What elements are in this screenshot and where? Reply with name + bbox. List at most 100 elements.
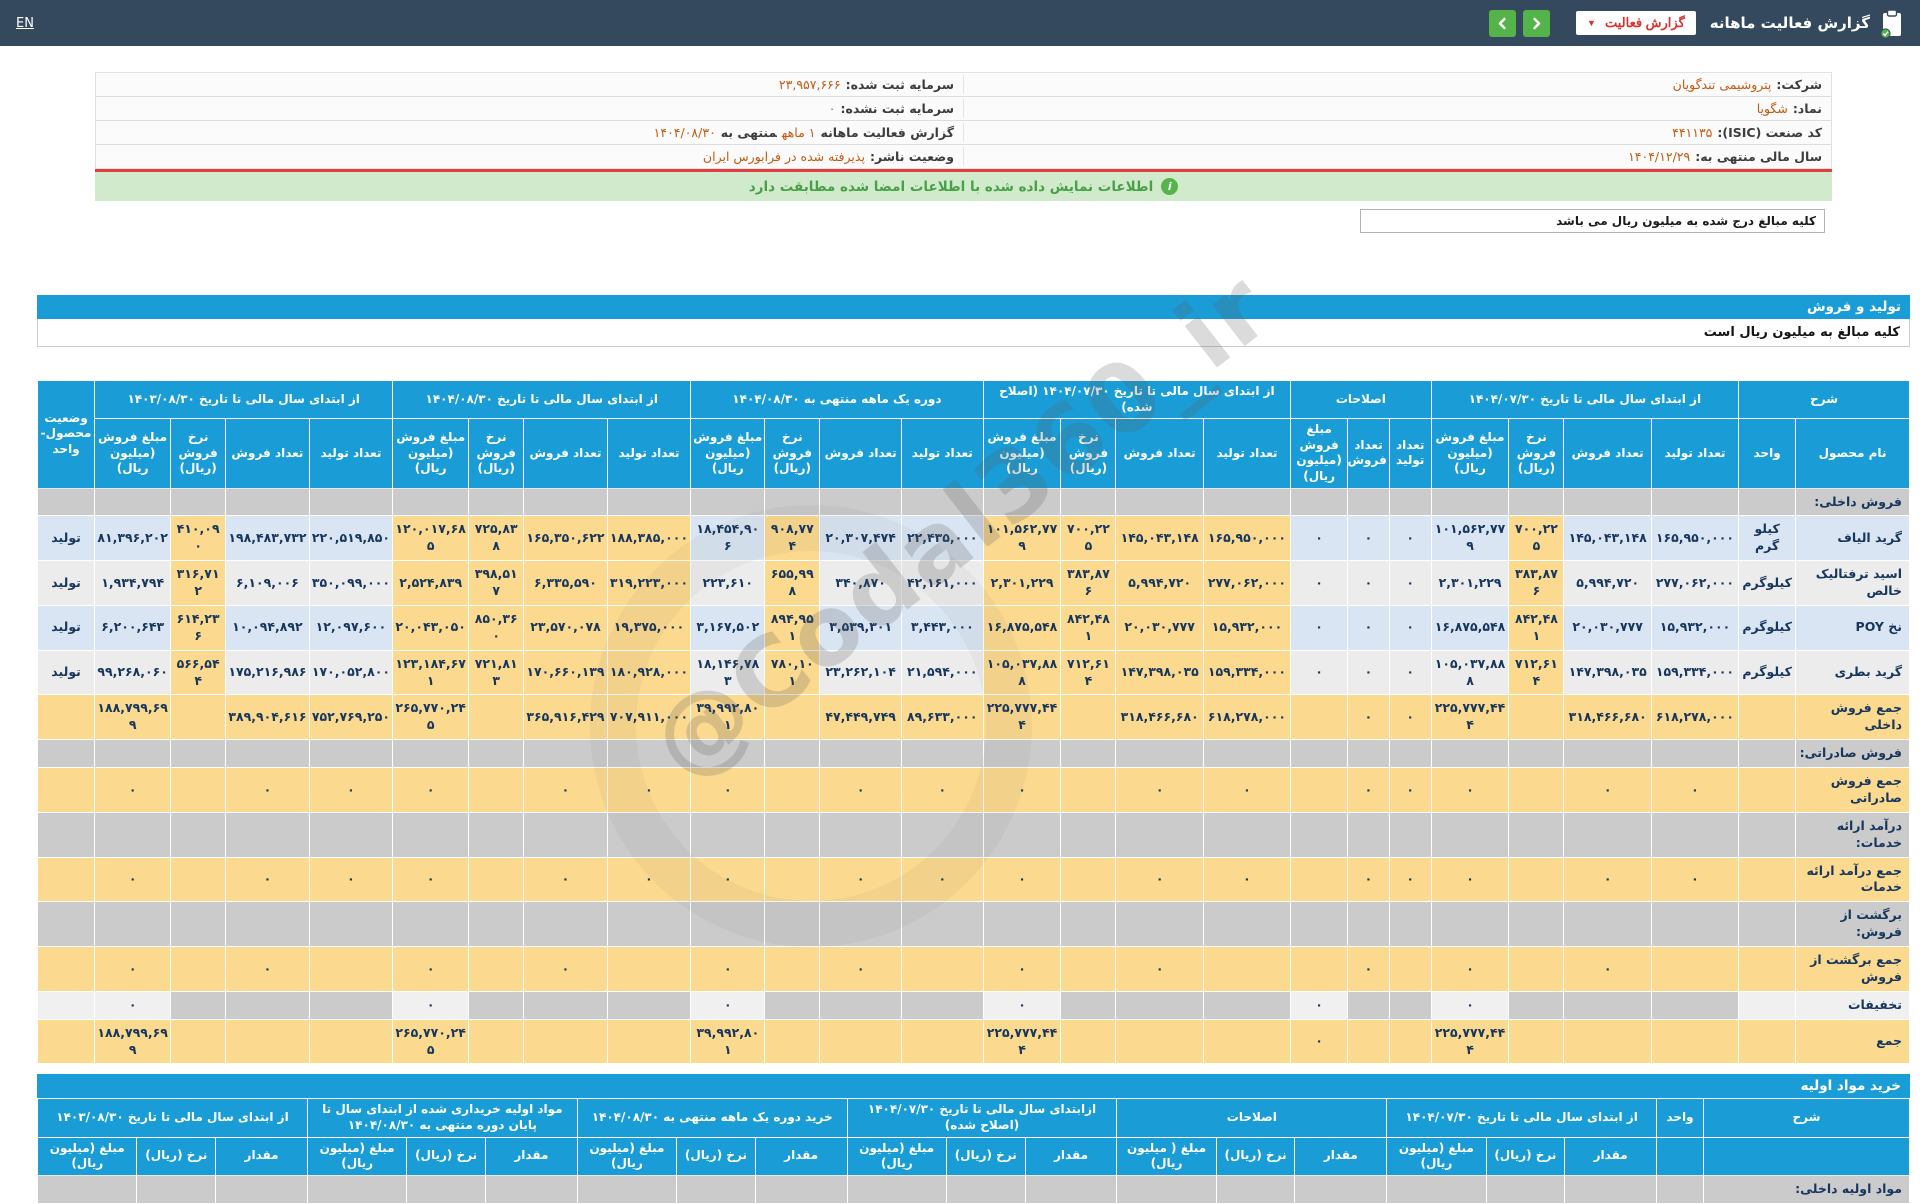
value-cell — [308, 1018, 394, 1065]
value-cell — [94, 901, 172, 948]
column-group-header: ازابتدای سال مالی تا تاریخ ۱۴۰۴/۰۷/۳۰ (ا… — [846, 1098, 1118, 1138]
value-cell — [1060, 739, 1117, 769]
value-cell — [1290, 487, 1349, 517]
total-row: جمع فروش داخلی ۶۱۸,۲۷۸,۰۰۰ ۳۱۸,۴۶۶,۶۸۰ ۲۲۵,… — [36, 694, 1910, 741]
value-cell: ۸۴۲,۴۸۱ — [1508, 604, 1565, 651]
top-navbar: گزارش فعالیت ماهانه گزارش فعالیت ▼ EN — [0, 0, 1920, 46]
value-cell — [523, 739, 608, 769]
column-header: تعداد تولید — [900, 418, 984, 489]
value-cell: ۳۱۶,۷۱۲ — [170, 560, 227, 606]
value-cell — [1656, 1174, 1704, 1204]
value-cell — [1347, 990, 1390, 1020]
value-cell — [1115, 990, 1204, 1020]
value-cell — [764, 901, 821, 948]
value-cell: ۰ — [1290, 649, 1349, 696]
column-header: نرخ فروش (ریال) — [1508, 418, 1565, 489]
value-cell: ۱۸۰,۹۲۸,۰۰۰ — [606, 649, 692, 696]
value-cell: ۰ — [392, 946, 470, 992]
unit-note-row: کلیه مبالغ به میلیون ریال است — [37, 319, 1910, 347]
column-header: مقدار — [1024, 1136, 1118, 1176]
company-info-field: سال مالی منتهی به: ۱۴۰۴/۱۲/۲۹ — [963, 147, 1831, 166]
column-header: مقدار — [1294, 1136, 1388, 1176]
unit-cell — [1738, 946, 1797, 992]
value-cell — [1115, 739, 1204, 769]
value-cell — [764, 487, 821, 517]
value-cell — [690, 901, 766, 948]
value-cell — [1294, 1174, 1388, 1204]
value-cell — [900, 739, 984, 769]
value-cell — [764, 811, 821, 858]
column-group-header: از ابتدای سال مالی تا تاریخ ۱۴۰۴/۰۷/۳۰ — [1386, 1098, 1658, 1138]
value-cell — [764, 946, 821, 992]
column-header: مبلغ (میلیون ریال) — [1386, 1136, 1487, 1176]
value-cell — [606, 901, 692, 948]
column-group-header: از ابتدای سال مالی تا تاریخ ۱۴۰۳/۰۸/۳۰ — [37, 1098, 308, 1138]
value-cell — [1060, 811, 1117, 858]
column-group-header: دوره یک ماهه منتهی به ۱۴۰۴/۰۸/۳۰ — [690, 379, 984, 420]
column-group-header: شرح — [1702, 1098, 1911, 1138]
nav-forward-button[interactable] — [1523, 9, 1551, 37]
value-cell — [308, 739, 394, 769]
company-info-row: کد صنعت (ISIC): ۴۴۱۱۳۵ گزارش فعالیت ماهانه… — [96, 121, 1831, 145]
language-toggle[interactable]: EN — [16, 16, 34, 31]
value-cell: ۱۵,۹۳۲,۰۰۰ — [1202, 604, 1292, 651]
value-cell: ۲۲۵,۷۷۷,۴۴۴ — [982, 694, 1062, 741]
value-cell: ۵۶۶,۵۴۴ — [170, 649, 227, 696]
value-cell — [406, 1174, 486, 1204]
value-cell — [1202, 487, 1292, 517]
chevron-down-icon: ▼ — [1587, 18, 1596, 28]
status-cell — [36, 739, 96, 769]
value-cell: ۳۸۳,۸۷۶ — [1508, 560, 1565, 606]
value-cell: ۱۶,۸۷۵,۵۴۸ — [982, 604, 1062, 651]
value-cell — [676, 1174, 756, 1204]
value-cell — [170, 767, 227, 813]
data-row: گرید الیاف کیلو گرم ۱۶۵,۹۵۰,۰۰۰ ۱۴۵,۰۴۳,۱۴۸… — [36, 515, 1910, 562]
value-cell — [606, 739, 692, 769]
nav-back-button[interactable] — [1489, 9, 1517, 37]
field-value: ۰ — [828, 101, 836, 116]
column-header: مبلغ (میلیون ریال) — [36, 1136, 138, 1176]
field-label: سرمایه ثبت نشده: — [840, 101, 954, 116]
unit-cell: کیلوگرم — [1738, 560, 1797, 606]
value-cell: ۱۸۸,۷۹۹,۶۹۹ — [94, 1018, 172, 1065]
value-cell: ۲۰,۰۴۳,۰۵۰ — [392, 604, 470, 651]
column-header: نرخ فروش (ریال) — [170, 418, 227, 489]
value-cell — [1508, 739, 1565, 769]
value-cell — [306, 1174, 408, 1204]
value-cell — [225, 990, 310, 1020]
value-cell: ۰ — [1347, 694, 1390, 741]
value-cell — [170, 856, 227, 903]
column-header: مقدار — [484, 1136, 578, 1176]
column-header: تعداد فروش — [1115, 418, 1204, 489]
value-cell — [523, 811, 608, 858]
value-cell — [1060, 901, 1117, 948]
value-cell — [1564, 1174, 1658, 1204]
value-cell: ۰ — [982, 767, 1062, 813]
value-cell: ۰ — [900, 767, 984, 813]
value-cell — [1508, 901, 1565, 948]
value-cell: ۶۱۸,۲۷۸,۰۰۰ — [1202, 694, 1292, 741]
value-cell: ۷۰۰,۲۲۵ — [1508, 515, 1565, 562]
value-cell — [819, 901, 902, 948]
status-cell: تولید — [36, 560, 96, 606]
value-cell — [1215, 1174, 1296, 1204]
value-cell — [1563, 901, 1652, 948]
report-type-dropdown[interactable]: گزارش فعالیت ▼ — [1576, 11, 1696, 35]
value-cell: ۲۰,۰۳۰,۷۷۷ — [1563, 604, 1652, 651]
value-cell: ۱۸۸,۷۹۹,۶۹۹ — [94, 694, 172, 741]
row-label: فروش صادراتی: — [1795, 739, 1910, 769]
value-cell — [606, 946, 692, 992]
value-cell: ۶۵۵,۹۹۸ — [764, 560, 821, 606]
value-cell: ۶,۱۰۹,۰۰۶ — [225, 560, 310, 606]
total-row: جمع ۲۲۵,۷۷۷,۴۴۴ ۰ ۲۲۵,۷۷۷,۴۴۴ ۳۹,۹۹۲,۸۰۱ ۲۶۵,… — [36, 1018, 1910, 1065]
column-header: مبلغ فروش (میلیون ریال) — [982, 418, 1062, 489]
row-label: مواد اولیه داخلی: — [1702, 1174, 1911, 1204]
value-cell — [1508, 990, 1565, 1020]
value-cell: ۰ — [1563, 767, 1652, 813]
value-cell: ۰ — [1430, 767, 1510, 813]
value-cell: ۰ — [1290, 1018, 1349, 1065]
data-row: گرید بطری کیلوگرم ۱۵۹,۳۳۴,۰۰۰ ۱۴۷,۳۹۸,۰۳۵ ۷۱… — [36, 649, 1910, 696]
company-info-field: سرمایه ثبت شده: ۲۳,۹۵۷,۶۶۶ — [96, 75, 963, 94]
column-header: نرخ (ریال) — [1485, 1136, 1566, 1176]
company-info-field: وضعیت ناشر: پذیرفته شده در فرابورس ایران — [96, 147, 963, 166]
